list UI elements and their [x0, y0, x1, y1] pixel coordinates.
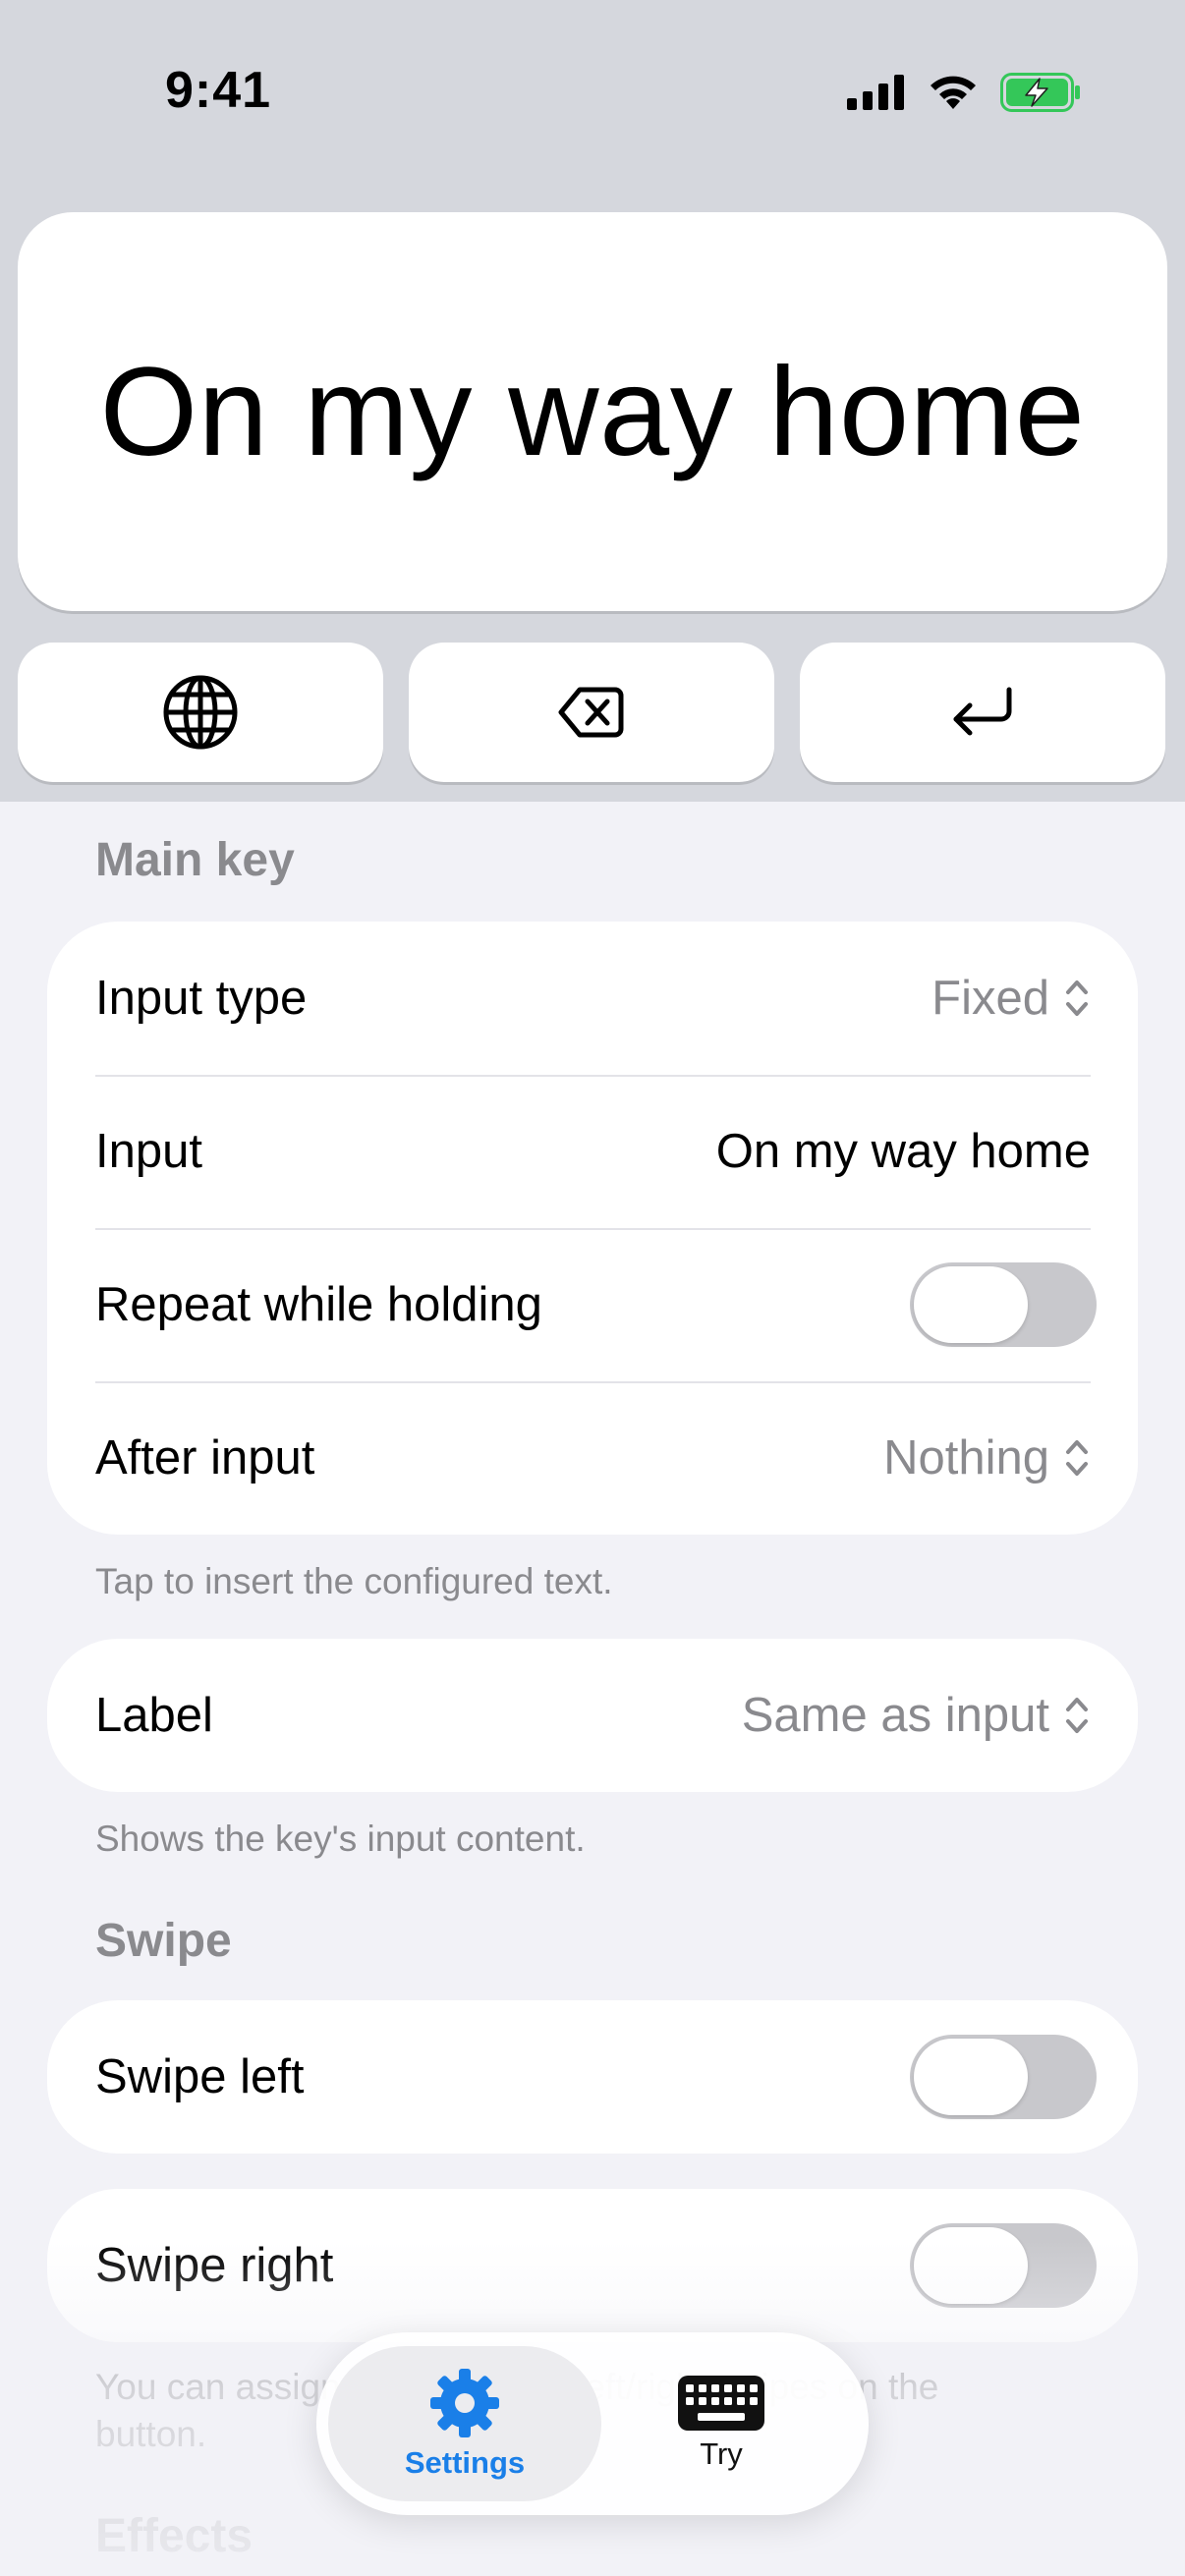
globe-icon [163, 675, 238, 750]
swipe-left-row: Swipe left [47, 2000, 1138, 2154]
keyboard-icon [678, 2376, 764, 2431]
label-footer: Shows the key's input content. [95, 1819, 586, 1859]
preview-main-key[interactable]: On my way home [18, 212, 1167, 611]
label-group: Label Same as input [47, 1639, 1138, 1792]
input-value[interactable]: On my way home [716, 1124, 1091, 1179]
swipe-right-toggle[interactable] [910, 2223, 1097, 2308]
main-key-footer: Tap to insert the configured text. [95, 1561, 613, 1601]
label-picker[interactable]: Same as input [742, 1688, 1091, 1743]
after-input-picker[interactable]: Nothing [883, 1430, 1091, 1485]
chevron-up-down-icon [1066, 980, 1088, 1016]
gear-icon [430, 2369, 499, 2437]
tab-settings-label: Settings [404, 2445, 526, 2480]
battery-charging-icon [1000, 73, 1080, 112]
tab-try[interactable]: Try [584, 2346, 859, 2501]
section-header-main-key: Main key [95, 834, 295, 886]
tab-try-label: Try [700, 2436, 743, 2471]
input-type-label: Input type [95, 972, 308, 1025]
input-type-picker[interactable]: Fixed [931, 971, 1091, 1026]
wifi-icon [931, 76, 976, 109]
after-input-label: After input [95, 1431, 315, 1484]
delete-key[interactable] [409, 643, 774, 782]
swipe-left-label: Swipe left [95, 2050, 305, 2103]
after-input-row[interactable]: After input Nothing [47, 1381, 1138, 1535]
swipe-right-row: Swipe right [47, 2189, 1138, 2342]
input-row[interactable]: Input On my way home [47, 1075, 1138, 1228]
keyboard-preview-area: 9:41 On my way home [0, 0, 1185, 802]
status-bar: 9:41 [0, 0, 1185, 187]
input-type-row[interactable]: Input type Fixed [47, 922, 1138, 1075]
cellular-signal-icon [847, 75, 904, 110]
preview-key-text: On my way home [99, 341, 1086, 482]
swipe-left-toggle[interactable] [910, 2035, 1097, 2119]
input-label: Input [95, 1125, 202, 1178]
chevron-up-down-icon [1066, 1440, 1088, 1476]
repeat-toggle[interactable] [910, 1262, 1097, 1347]
toggle-knob [914, 1266, 1028, 1343]
main-key-group: Input type Fixed Input On my way home Re… [47, 922, 1138, 1535]
toggle-knob [914, 2227, 1028, 2304]
swipe-right-label: Swipe right [95, 2239, 334, 2292]
status-icons [847, 73, 1081, 112]
label-value: Same as input [741, 1689, 1049, 1742]
return-icon [953, 687, 1012, 736]
swipe-right-group: Swipe right [47, 2189, 1138, 2342]
section-header-effects: Effects [95, 2510, 254, 2562]
globe-key[interactable] [18, 643, 383, 782]
repeat-row: Repeat while holding [47, 1228, 1138, 1381]
swipe-left-group: Swipe left [47, 2000, 1138, 2154]
tab-settings[interactable]: Settings [328, 2346, 601, 2501]
repeat-label: Repeat while holding [95, 1278, 542, 1331]
section-header-swipe: Swipe [95, 1915, 232, 1967]
label-label: Label [95, 1689, 213, 1742]
chevron-up-down-icon [1066, 1698, 1088, 1733]
return-key[interactable] [800, 643, 1165, 782]
status-time: 9:41 [165, 62, 272, 119]
tab-bar: Settings Try [316, 2332, 869, 2515]
label-row[interactable]: Label Same as input [47, 1639, 1138, 1792]
input-type-value: Fixed [931, 972, 1049, 1025]
toggle-knob [914, 2039, 1028, 2115]
after-input-value: Nothing [883, 1431, 1049, 1484]
delete-backward-icon [558, 687, 624, 738]
